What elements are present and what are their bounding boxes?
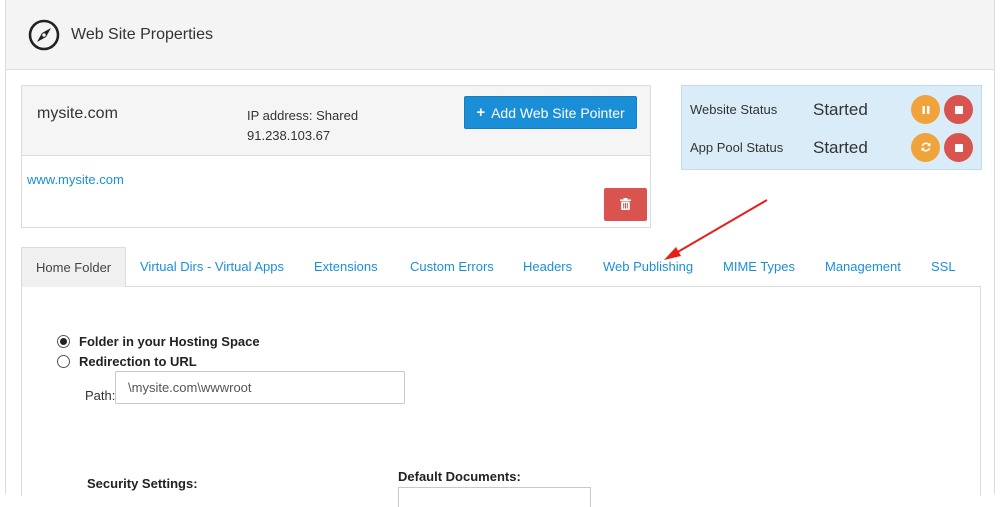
page-title: Web Site Properties (71, 26, 213, 43)
plus-icon: + (476, 104, 486, 121)
add-web-site-pointer-label: Add Web Site Pointer (491, 104, 625, 121)
refresh-icon (920, 140, 932, 156)
site-info-header: mysite.com IP address: Shared 91.238.103… (22, 86, 650, 156)
default-documents-label: Default Documents: (398, 469, 521, 484)
redirect-radio[interactable] (57, 355, 70, 368)
website-status-value: Started (813, 100, 868, 119)
site-name: mysite.com (37, 105, 118, 122)
properties-tabs: Home Folder Virtual Dirs - Virtual Apps … (21, 247, 981, 287)
folder-radio[interactable] (57, 335, 70, 348)
path-input[interactable] (115, 371, 405, 404)
app-pool-status-value: Started (813, 138, 868, 157)
website-status-row: Website Status Started (682, 90, 983, 128)
add-web-site-pointer-button[interactable]: + Add Web Site Pointer (464, 96, 637, 129)
folder-option-label: Folder in your Hosting Space (79, 334, 260, 349)
status-panel: Website Status Started App Pool Status S… (681, 85, 982, 170)
tab-home-folder[interactable]: Home Folder (21, 247, 127, 287)
stop-icon (954, 140, 964, 156)
tab-web-publishing[interactable]: Web Publishing (603, 247, 693, 287)
website-status-label: Website Status (690, 102, 778, 117)
tab-ssl[interactable]: SSL (931, 247, 956, 287)
tab-custom-errors[interactable]: Custom Errors (410, 247, 494, 287)
site-url-link[interactable]: www.mysite.com (27, 172, 124, 187)
window-frame: Web Site Properties mysite.com IP addres… (5, 0, 995, 507)
pause-website-button[interactable] (911, 95, 940, 124)
default-documents-textarea[interactable] (398, 487, 591, 507)
tab-mime-types[interactable]: MIME Types (723, 247, 795, 287)
path-label: Path: (85, 388, 116, 403)
home-folder-content: Folder in your Hosting Space Redirection… (21, 286, 981, 507)
tab-management[interactable]: Management (825, 247, 901, 287)
redirect-option[interactable]: Redirection to URL (57, 354, 197, 369)
ip-address-value: 91.238.103.67 (247, 128, 331, 143)
app-pool-status-row: App Pool Status Started (682, 128, 983, 166)
folder-option[interactable]: Folder in your Hosting Space (57, 334, 260, 349)
page-header: Web Site Properties (6, 0, 994, 70)
site-info-panel: mysite.com IP address: Shared 91.238.103… (21, 85, 651, 228)
trash-icon (620, 197, 631, 213)
tab-virtual-dirs[interactable]: Virtual Dirs - Virtual Apps (140, 247, 284, 287)
delete-site-button[interactable] (604, 188, 647, 221)
stop-icon (954, 102, 964, 118)
security-settings-label: Security Settings: (87, 476, 198, 491)
stop-website-button[interactable] (944, 95, 973, 124)
tab-extensions[interactable]: Extensions (314, 247, 378, 287)
pause-icon (921, 102, 931, 118)
ip-address-label: IP address: Shared (247, 108, 359, 123)
compass-icon (28, 19, 60, 51)
recycle-app-pool-button[interactable] (911, 133, 940, 162)
tab-headers[interactable]: Headers (523, 247, 572, 287)
redirect-option-label: Redirection to URL (79, 354, 197, 369)
stop-app-pool-button[interactable] (944, 133, 973, 162)
app-pool-status-label: App Pool Status (690, 140, 784, 155)
